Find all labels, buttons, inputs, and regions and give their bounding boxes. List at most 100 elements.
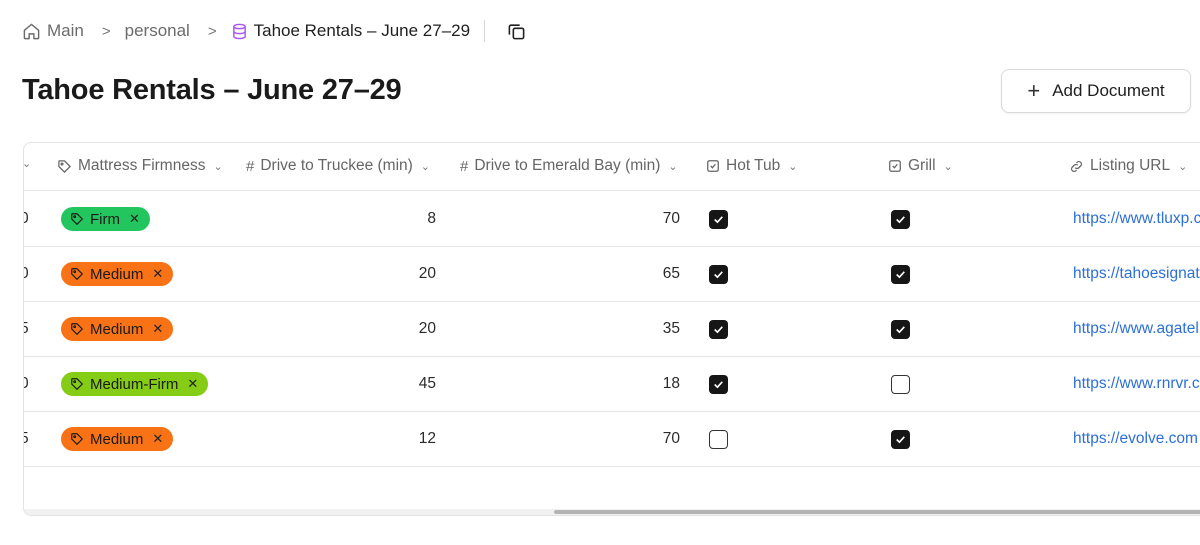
chevron-down-icon: ⌄ <box>788 160 798 173</box>
mattress-tag[interactable]: Firm ✕ <box>61 207 150 231</box>
grill-cell <box>891 192 910 246</box>
breadcrumb-home-label: Main <box>47 21 84 40</box>
column-header-previous[interactable]: ⌄ <box>24 157 31 170</box>
grill-cell <box>891 247 910 301</box>
column-header-grill[interactable]: Grill ⌄ <box>888 157 953 175</box>
emerald-bay-cell[interactable]: 70 <box>460 192 680 246</box>
mattress-tag[interactable]: Medium ✕ <box>61 427 174 451</box>
chevron-down-icon: ⌄ <box>24 157 31 170</box>
mattress-tag[interactable]: Medium ✕ <box>61 317 174 341</box>
grill-checkbox[interactable] <box>891 209 910 229</box>
truckee-cell[interactable]: 20 <box>246 247 436 301</box>
scrollbar-thumb[interactable] <box>554 510 1200 514</box>
previous-column-value: 0 <box>24 247 50 301</box>
tag-icon <box>70 267 84 281</box>
grill-checkbox[interactable] <box>891 374 910 394</box>
truckee-cell[interactable]: 8 <box>246 192 436 246</box>
breadcrumb: Main > personal > Tahoe Rentals – June 2… <box>22 18 527 44</box>
table-row[interactable]: 0 Medium-Firm ✕ 45 18 https://www.rnrvr.c <box>24 357 1200 412</box>
hot-tub-checkbox[interactable] <box>709 429 728 449</box>
hot-tub-cell <box>709 412 728 466</box>
mattress-tag[interactable]: Medium ✕ <box>61 262 174 286</box>
column-header-truckee[interactable]: # Drive to Truckee (min) ⌄ <box>246 157 430 175</box>
mattress-cell[interactable]: Medium ✕ <box>61 412 174 466</box>
mattress-tag[interactable]: Medium-Firm ✕ <box>61 372 209 396</box>
hot-tub-checkbox[interactable] <box>709 319 728 339</box>
tag-label: Medium <box>90 430 144 448</box>
column-header-emerald[interactable]: # Drive to Emerald Bay (min) ⌄ <box>460 157 678 175</box>
listing-url-link[interactable]: https://www.agatel <box>1073 302 1199 356</box>
chevron-down-icon: ⌄ <box>1178 160 1188 173</box>
emerald-bay-cell[interactable]: 18 <box>460 357 680 411</box>
hot-tub-cell <box>709 192 728 246</box>
previous-column-value: 5 <box>24 412 50 466</box>
table-row[interactable]: 0 Medium ✕ 20 65 https://tahoesignat <box>24 247 1200 302</box>
hot-tub-checkbox[interactable] <box>709 209 728 229</box>
column-header-label: Mattress Firmness <box>78 157 206 174</box>
copy-icon <box>508 23 524 39</box>
breadcrumb-separator: > <box>101 22 111 40</box>
listing-url-link[interactable]: https://evolve.com <box>1073 412 1198 466</box>
chevron-down-icon: ⌄ <box>213 160 223 173</box>
truckee-cell[interactable]: 20 <box>246 302 436 356</box>
table-row[interactable]: 5 Medium ✕ 20 35 https://www.agatel <box>24 302 1200 357</box>
hot-tub-checkbox[interactable] <box>709 374 728 394</box>
remove-tag-icon[interactable]: ✕ <box>152 321 163 337</box>
copy-button[interactable] <box>505 20 527 42</box>
breadcrumb-divider <box>484 20 486 42</box>
grill-checkbox[interactable] <box>891 264 910 284</box>
column-header-mattress[interactable]: Mattress Firmness ⌄ <box>57 157 223 175</box>
tag-label: Firm <box>90 210 120 228</box>
emerald-bay-cell[interactable]: 70 <box>460 412 680 466</box>
tag-label: Medium-Firm <box>90 375 179 393</box>
mattress-cell[interactable]: Medium ✕ <box>61 302 174 356</box>
grill-cell <box>891 412 910 466</box>
tag-icon <box>70 322 84 336</box>
breadcrumb-folder[interactable]: personal <box>125 21 190 41</box>
tag-label: Medium <box>90 320 144 338</box>
grill-cell <box>891 357 910 411</box>
mattress-cell[interactable]: Medium-Firm ✕ <box>61 357 209 411</box>
listing-url-link[interactable]: https://www.tluxp.c <box>1073 192 1200 246</box>
truckee-cell[interactable]: 45 <box>246 357 436 411</box>
previous-column-value: 0 <box>24 357 50 411</box>
mattress-cell[interactable]: Firm ✕ <box>61 192 150 246</box>
tag-label: Medium <box>90 265 144 283</box>
remove-tag-icon[interactable]: ✕ <box>129 211 140 227</box>
database-icon <box>232 23 246 39</box>
table-header: ⌄ Mattress Firmness ⌄ # Drive to Truckee… <box>24 143 1200 191</box>
previous-column-value: 5 <box>24 302 50 356</box>
grill-checkbox[interactable] <box>891 429 910 449</box>
table-row[interactable]: 5 Medium ✕ 12 70 https://evolve.com <box>24 412 1200 467</box>
tag-icon <box>70 432 84 446</box>
add-document-button[interactable]: + Add Document <box>1001 69 1191 113</box>
remove-tag-icon[interactable]: ✕ <box>152 431 163 447</box>
breadcrumb-separator: > <box>207 22 217 40</box>
listing-url-link[interactable]: https://tahoesignat <box>1073 247 1200 301</box>
emerald-bay-cell[interactable]: 35 <box>460 302 680 356</box>
column-header-hottub[interactable]: Hot Tub ⌄ <box>706 157 798 175</box>
checkbox-icon <box>889 160 901 172</box>
breadcrumb-home[interactable]: Main <box>22 21 84 41</box>
column-header-label: Grill <box>908 157 936 174</box>
column-header-label: Drive to Truckee (min) <box>260 157 413 174</box>
tag-icon <box>70 212 84 226</box>
remove-tag-icon[interactable]: ✕ <box>152 266 163 282</box>
breadcrumb-current[interactable]: Tahoe Rentals – June 27–29 <box>231 21 470 41</box>
remove-tag-icon[interactable]: ✕ <box>187 376 198 392</box>
emerald-bay-cell[interactable]: 65 <box>460 247 680 301</box>
chevron-down-icon: ⌄ <box>668 160 678 173</box>
hot-tub-checkbox[interactable] <box>709 264 728 284</box>
listing-url-link[interactable]: https://www.rnrvr.c <box>1073 357 1200 411</box>
truckee-cell[interactable]: 12 <box>246 412 436 466</box>
mattress-cell[interactable]: Medium ✕ <box>61 247 174 301</box>
link-icon <box>1071 160 1082 172</box>
column-header-url[interactable]: Listing URL ⌄ <box>1069 157 1187 175</box>
home-icon <box>23 23 40 39</box>
table-row[interactable]: 0 Firm ✕ 8 70 https://www.tluxp.c <box>24 192 1200 247</box>
checkbox-icon <box>707 160 719 172</box>
breadcrumb-folder-label: personal <box>124 21 190 40</box>
grill-checkbox[interactable] <box>891 319 910 339</box>
horizontal-scrollbar[interactable] <box>24 509 1200 515</box>
page-title: Tahoe Rentals – June 27–29 <box>22 74 402 106</box>
